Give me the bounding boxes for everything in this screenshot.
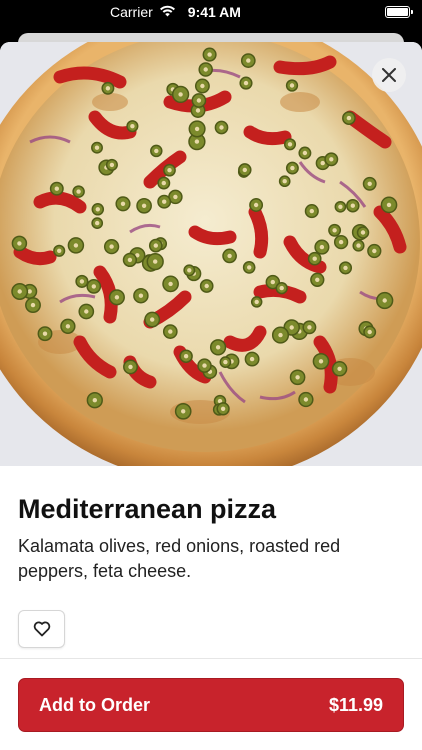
status-time: 9:41 AM <box>187 4 241 20</box>
pizza-illustration <box>0 42 422 466</box>
status-left: Carrier 9:41 AM <box>110 4 241 20</box>
heart-icon <box>33 621 50 637</box>
pizza-photo <box>0 42 422 466</box>
carrier-label: Carrier <box>110 4 153 20</box>
wifi-icon <box>159 4 176 20</box>
close-icon <box>382 68 396 82</box>
product-name: Mediterranean pizza <box>18 494 277 524</box>
battery-icon <box>385 6 413 18</box>
divider <box>0 658 422 659</box>
add-to-order-button[interactable]: Add to Order $11.99 <box>18 678 404 732</box>
price-label: $11.99 <box>328 694 383 715</box>
favorite-button[interactable] <box>18 610 65 648</box>
close-button[interactable] <box>372 58 406 92</box>
add-to-order-label: Add to Order <box>39 694 150 715</box>
product-sheet: Mediterranean pizza Kalamata olives, red… <box>0 42 422 750</box>
status-bar: Carrier 9:41 AM <box>0 0 422 24</box>
product-description: Kalamata olives, red onions, roasted red… <box>18 536 341 581</box>
